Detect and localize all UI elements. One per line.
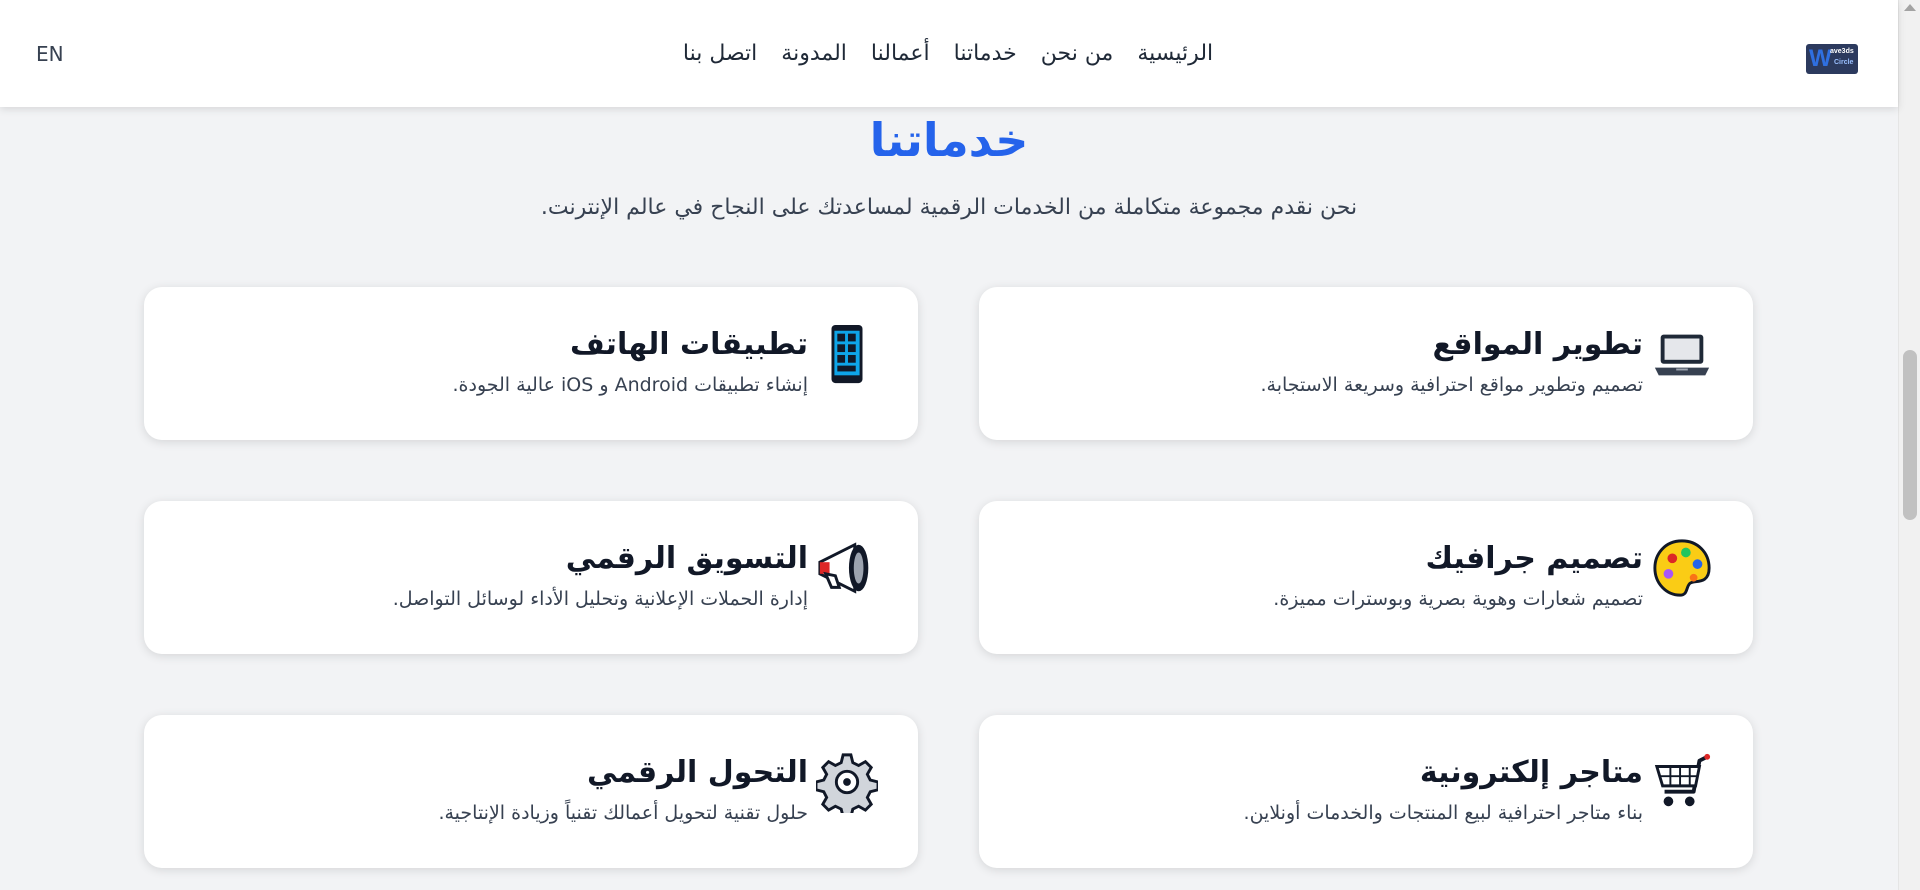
section-subtitle: نحن نقدم مجموعة متكاملة من الخدمات الرقم…: [540, 195, 1358, 220]
nav-link-home[interactable]: الرئيسية: [1137, 36, 1213, 72]
page-scrollbar[interactable]: [1898, 0, 1920, 890]
service-title: تطوير المواقع: [1432, 327, 1643, 362]
main-nav: الرئيسية من نحن خدماتنا أعمالنا المدونة …: [0, 36, 1898, 72]
service-description: إدارة الحملات الإعلانية وتحليل الأداء لو…: [392, 588, 808, 610]
scrollbar-thumb[interactable]: [1903, 350, 1917, 520]
artist-palette-icon: [1651, 537, 1713, 599]
language-toggle[interactable]: EN: [36, 41, 64, 67]
nav-link-contact[interactable]: اتصل بنا: [683, 36, 757, 72]
service-card-digital-marketing[interactable]: التسويق الرقمي إدارة الحملات الإعلانية و…: [144, 501, 918, 654]
service-description: حلول تقنية لتحويل أعمالك تقنياً وزيادة ا…: [438, 802, 808, 824]
section-title: خدماتنا: [869, 113, 1029, 167]
service-description: إنشاء تطبيقات Android و iOS عالية الجودة…: [452, 374, 808, 396]
mobile-phone-icon: [816, 323, 878, 385]
service-description: تصميم وتطوير مواقع احترافية وسريعة الاست…: [1260, 374, 1643, 396]
nav-link-services[interactable]: خدماتنا: [954, 36, 1017, 72]
top-navbar: W ave3ds Circle الرئيسية من نحن خدماتنا …: [0, 0, 1898, 107]
service-card-web-development[interactable]: تطوير المواقع تصميم وتطوير مواقع احترافي…: [979, 287, 1753, 440]
megaphone-icon: [816, 537, 878, 599]
scroll-up-arrow-icon[interactable]: [1904, 4, 1916, 11]
service-title: تطبيقات الهاتف: [569, 327, 808, 362]
nav-link-portfolio[interactable]: أعمالنا: [871, 36, 930, 72]
service-card-digital-transformation[interactable]: التحول الرقمي حلول تقنية لتحويل أعمالك ت…: [144, 715, 918, 868]
gear-icon: [816, 751, 878, 813]
service-description: بناء متاجر احترافية لبيع المنتجات والخدم…: [1243, 802, 1643, 824]
service-card-graphic-design[interactable]: تصميم جرافيك تصميم شعارات وهوية بصرية وب…: [979, 501, 1753, 654]
service-title: تصميم جرافيك: [1425, 541, 1643, 576]
service-title: التسويق الرقمي: [565, 541, 808, 576]
nav-link-blog[interactable]: المدونة: [781, 36, 847, 72]
service-card-ecommerce[interactable]: متاجر إلكترونية بناء متاجر احترافية لبيع…: [979, 715, 1753, 868]
laptop-icon: [1651, 323, 1713, 385]
service-title: متاجر إلكترونية: [1419, 755, 1643, 790]
service-title: التحول الرقمي: [586, 755, 808, 790]
service-card-mobile-apps[interactable]: تطبيقات الهاتف إنشاء تطبيقات Android و i…: [144, 287, 918, 440]
service-description: تصميم شعارات وهوية بصرية وبوسترات مميزة.: [1273, 588, 1643, 610]
shopping-cart-icon: [1651, 751, 1713, 813]
nav-link-about[interactable]: من نحن: [1041, 36, 1114, 72]
